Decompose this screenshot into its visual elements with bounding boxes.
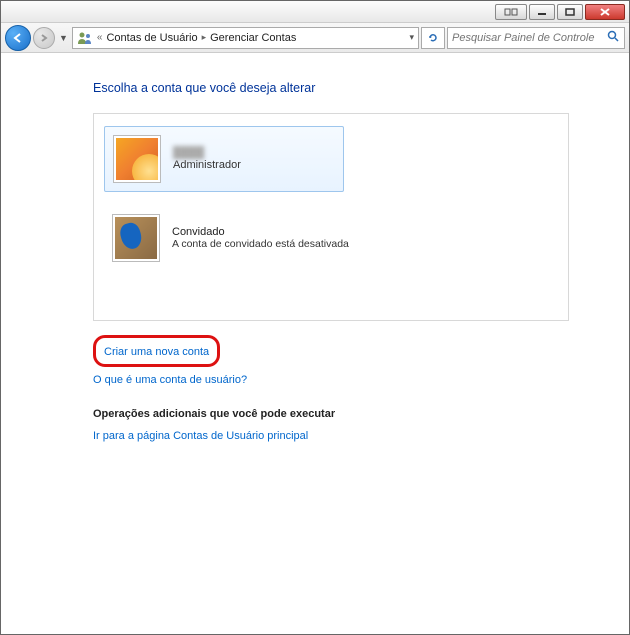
search-input[interactable] <box>452 32 603 44</box>
breadcrumb-level1[interactable]: Contas de Usuário <box>106 32 197 44</box>
page-title: Escolha a conta que você deseja alterar <box>93 81 629 95</box>
account-tile-guest[interactable]: Convidado A conta de convidado está desa… <box>104 206 444 270</box>
address-bar[interactable]: « Contas de Usuário ▸ Gerenciar Contas ▾ <box>72 27 419 49</box>
account-role: Administrador <box>173 159 241 171</box>
close-button[interactable] <box>585 4 625 20</box>
account-name: Convidado <box>172 226 349 238</box>
search-box[interactable] <box>447 27 625 49</box>
what-is-account-link[interactable]: O que é uma conta de usuário? <box>93 374 247 386</box>
additional-ops-heading: Operações adicionais que você pode execu… <box>93 408 629 420</box>
account-description: A conta de convidado está desativada <box>172 238 349 250</box>
main-accounts-page-link[interactable]: Ir para a página Contas de Usuário princ… <box>93 430 308 442</box>
users-icon <box>77 30 93 46</box>
back-button[interactable] <box>5 25 31 51</box>
links-section: Criar uma nova conta O que é uma conta d… <box>93 335 629 444</box>
accounts-list: ████ Administrador Convidado A conta de … <box>93 113 569 321</box>
avatar <box>113 135 161 183</box>
history-dropdown[interactable]: ▼ <box>57 33 70 43</box>
address-dropdown[interactable]: ▾ <box>409 32 414 43</box>
breadcrumb-level2[interactable]: Gerenciar Contas <box>210 32 296 44</box>
breadcrumb-back-icon: « <box>97 32 103 43</box>
minimize-button[interactable] <box>529 4 555 20</box>
snap-button[interactable] <box>495 4 527 20</box>
refresh-button[interactable] <box>421 27 445 49</box>
annotation-highlight: Criar uma nova conta <box>93 335 220 367</box>
maximize-button[interactable] <box>557 4 583 20</box>
account-tile-admin[interactable]: ████ Administrador <box>104 126 344 192</box>
chevron-right-icon: ▸ <box>202 32 207 43</box>
search-icon[interactable] <box>603 30 620 46</box>
content-area: Escolha a conta que você deseja alterar … <box>1 53 629 444</box>
avatar <box>112 214 160 262</box>
account-name: ████ <box>173 147 241 159</box>
forward-button <box>33 27 55 49</box>
navigation-bar: ▼ « Contas de Usuário ▸ Gerenciar Contas… <box>1 23 629 53</box>
window-titlebar <box>1 1 629 23</box>
create-account-link[interactable]: Criar uma nova conta <box>104 346 209 358</box>
